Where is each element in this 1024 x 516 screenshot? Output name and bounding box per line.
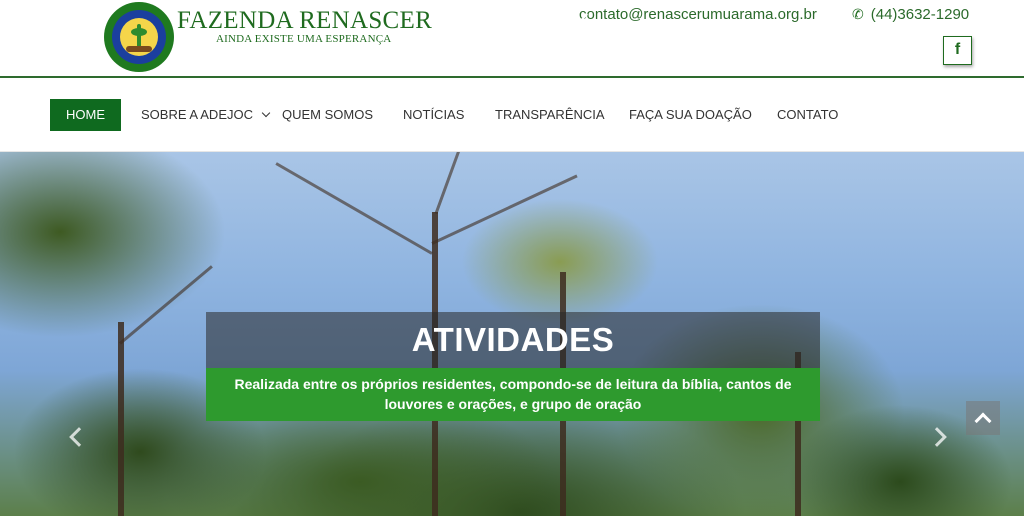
nav-item-contato[interactable]: CONTATO: [761, 99, 854, 131]
tree-branch: [275, 162, 433, 255]
contact-email-text[interactable]: contato@renascerumuarama.org.br: [579, 6, 817, 23]
phone-icon: ✆: [852, 5, 864, 22]
contact-email[interactable]: contato@renascerumuarama.org.br: [572, 5, 817, 23]
logo-base: [126, 46, 152, 52]
slide-caption: ATIVIDADES Realizada entre os próprios r…: [206, 312, 820, 422]
contact-phone[interactable]: ✆ (44)3632-1290: [852, 5, 969, 23]
nav-item-sobre[interactable]: SOBRE A ADEJOC: [125, 99, 285, 131]
nav-item-label: SOBRE A ADEJOC: [141, 107, 253, 122]
tree-branch: [431, 174, 578, 245]
site-logo[interactable]: [104, 2, 174, 72]
brand-title[interactable]: FAZENDA RENASCER: [177, 7, 432, 35]
nav-item-home[interactable]: HOME: [50, 99, 121, 131]
nav-item-transparencia[interactable]: TRANSPARÊNCIA: [479, 99, 621, 131]
nav-item-doacao[interactable]: FAÇA SUA DOAÇÃO: [613, 99, 768, 131]
logo-sprout: [137, 24, 141, 48]
facebook-icon[interactable]: f: [943, 36, 972, 65]
chevron-up-icon: [974, 412, 992, 430]
brand-subtitle: AINDA EXISTE UMA ESPERANÇA: [216, 33, 392, 45]
hero-slider[interactable]: ATIVIDADES Realizada entre os próprios r…: [0, 152, 1024, 516]
tree-trunk: [118, 322, 124, 516]
site-header: FAZENDA RENASCER AINDA EXISTE UMA ESPERA…: [0, 0, 1024, 78]
nav-item-noticias[interactable]: NOTÍCIAS: [387, 99, 480, 131]
logo-sun: [120, 18, 158, 56]
chevron-right-icon[interactable]: [927, 427, 947, 447]
tree-branch: [434, 152, 486, 215]
tree-branch: [119, 265, 213, 345]
slide-text: Realizada entre os próprios residentes, …: [206, 368, 820, 421]
nav-item-quem-somos[interactable]: QUEM SOMOS: [266, 99, 389, 131]
contact-phone-text[interactable]: (44)3632-1290: [871, 6, 969, 23]
scroll-top-button[interactable]: [966, 401, 1000, 435]
main-nav: HOME SOBRE A ADEJOC QUEM SOMOS NOTÍCIAS …: [0, 80, 1024, 152]
logo-emblem: [112, 10, 166, 64]
chevron-left-icon[interactable]: [69, 427, 89, 447]
slide-title: ATIVIDADES: [206, 312, 820, 368]
